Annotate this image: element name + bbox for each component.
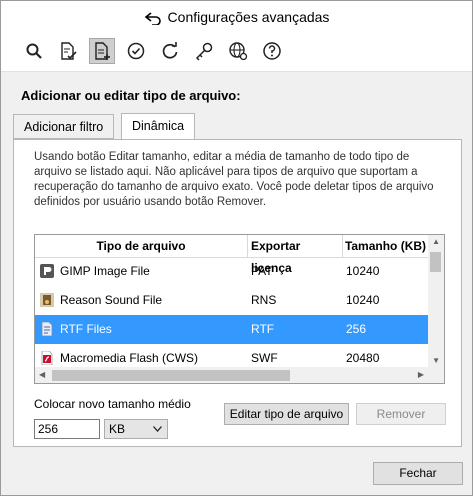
help-icon	[263, 42, 281, 60]
document-check-icon	[61, 42, 77, 60]
table-row[interactable]: GIMP Image File PAT 10240	[35, 257, 428, 286]
key-icon	[195, 42, 213, 61]
unit-value: KB	[109, 422, 126, 436]
scroll-down-icon[interactable]: ▼	[432, 356, 440, 365]
cell-export: PAT	[251, 264, 273, 278]
window-title: Configurações avançadas	[167, 9, 330, 25]
settings-window: Configurações avançadas Adicionar ou edi…	[0, 0, 473, 496]
file-check-button[interactable]	[55, 38, 81, 64]
file-edit-button[interactable]	[89, 38, 115, 64]
help-button[interactable]	[259, 38, 285, 64]
scroll-left-icon[interactable]: ◀	[39, 370, 45, 379]
description-text: Usando botão Editar tamanho, editar a mé…	[34, 151, 434, 208]
clock-check-icon	[127, 42, 145, 60]
cell-size: 10240	[346, 293, 380, 307]
vertical-scrollbar[interactable]: ▲ ▼	[428, 235, 444, 367]
title-bar: Configurações avançadas	[1, 1, 472, 33]
chevron-down-icon	[153, 426, 162, 432]
remove-button[interactable]: Remover	[356, 403, 446, 425]
column-header-type[interactable]: Tipo de arquivo	[35, 235, 248, 257]
tab-panel: Usando botão Editar tamanho, editar a mé…	[13, 139, 462, 447]
file-type-table: Tipo de arquivo Exportar licença Tamanho…	[34, 234, 445, 384]
document-edit-icon	[95, 42, 110, 60]
globe-gear-icon	[229, 42, 248, 61]
close-button[interactable]: Fechar	[373, 462, 463, 485]
cell-export: RTF	[251, 322, 275, 336]
cell-type: Reason Sound File	[60, 293, 163, 307]
gimp-file-icon	[40, 264, 54, 278]
back-arrow-icon[interactable]	[144, 11, 162, 26]
search-button[interactable]	[21, 38, 47, 64]
section-title: Adicionar ou editar tipo de arquivo:	[21, 88, 241, 103]
scroll-corner	[428, 367, 444, 383]
license-button[interactable]	[191, 38, 217, 64]
cell-type: GIMP Image File	[60, 264, 150, 278]
column-header-size[interactable]: Tamanho (KB)	[343, 235, 428, 257]
cell-export: RNS	[251, 293, 277, 307]
vertical-scroll-thumb[interactable]	[430, 252, 441, 272]
schedule-button[interactable]	[123, 38, 149, 64]
search-icon	[26, 43, 42, 59]
flash-file-icon	[41, 351, 53, 365]
cell-size: 10240	[346, 264, 380, 278]
table-header: Tipo de arquivo Exportar licença Tamanho…	[35, 235, 428, 275]
sound-file-icon	[40, 293, 54, 307]
edit-file-type-button[interactable]: Editar tipo de arquivo	[224, 403, 349, 425]
avg-size-input[interactable]: 256	[34, 419, 100, 439]
horizontal-scroll-thumb[interactable]	[52, 370, 290, 381]
cell-size: 256	[346, 322, 367, 336]
title-group: Configurações avançadas	[1, 9, 472, 26]
horizontal-scrollbar[interactable]: ◀ ▶	[35, 367, 428, 383]
refresh-icon	[162, 42, 178, 59]
tab-dynamic[interactable]: Dinâmica	[121, 113, 196, 140]
table-row[interactable]: RTF Files RTF 256	[35, 315, 428, 344]
cell-type: RTF Files	[60, 322, 112, 336]
column-header-export[interactable]: Exportar licença	[248, 235, 343, 275]
unit-dropdown[interactable]: KB	[104, 419, 168, 439]
table-row[interactable]: Reason Sound File RNS 10240	[35, 286, 428, 315]
scroll-up-icon[interactable]: ▲	[432, 237, 440, 246]
language-button[interactable]	[225, 38, 251, 64]
scroll-right-icon[interactable]: ▶	[418, 370, 424, 379]
refresh-button[interactable]	[157, 38, 183, 64]
rtf-file-icon	[41, 322, 53, 336]
tab-add-filter[interactable]: Adicionar filtro	[13, 114, 115, 139]
avg-size-label: Colocar novo tamanho médio	[34, 397, 191, 411]
toolbar	[1, 33, 472, 72]
